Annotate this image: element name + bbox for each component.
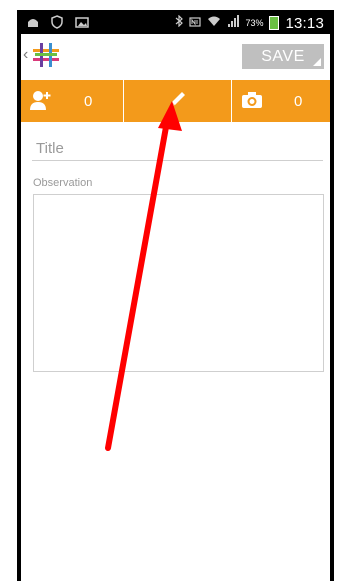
phone-screen: 73% 13:13 ‹ SAVE 0 0 Title Observation [21, 13, 330, 581]
corner-triangle-icon [313, 58, 321, 66]
nfc-icon [189, 14, 202, 32]
tab-people[interactable]: 0 [21, 80, 124, 122]
status-bar: 73% 13:13 [21, 13, 330, 34]
tab-edit[interactable] [124, 80, 232, 122]
save-label: SAVE [261, 47, 305, 65]
signal-icon [227, 14, 240, 32]
save-button[interactable]: SAVE [242, 44, 324, 69]
chevron-left-icon[interactable]: ‹ [23, 46, 28, 64]
battery-percent: 73% [245, 18, 264, 28]
tab-bar: 0 0 [21, 80, 330, 122]
title-input[interactable] [32, 131, 323, 161]
shield-icon [51, 14, 63, 34]
picture-icon [75, 15, 89, 33]
photo-count: 0 [294, 92, 303, 110]
observation-textarea[interactable] [33, 194, 324, 372]
app-logo[interactable] [31, 41, 61, 69]
action-bar: ‹ SAVE [21, 34, 330, 80]
wifi-icon [207, 14, 221, 32]
add-person-icon [30, 90, 52, 115]
android-debug-icon [27, 15, 39, 33]
bluetooth-icon [175, 14, 184, 32]
camera-icon [241, 91, 263, 114]
battery-icon [269, 16, 280, 30]
observation-label: Observation [33, 177, 93, 189]
people-count: 0 [84, 92, 93, 110]
status-time: 13:13 [285, 14, 324, 32]
pencil-icon [168, 89, 188, 114]
tab-photo[interactable]: 0 [232, 80, 330, 122]
